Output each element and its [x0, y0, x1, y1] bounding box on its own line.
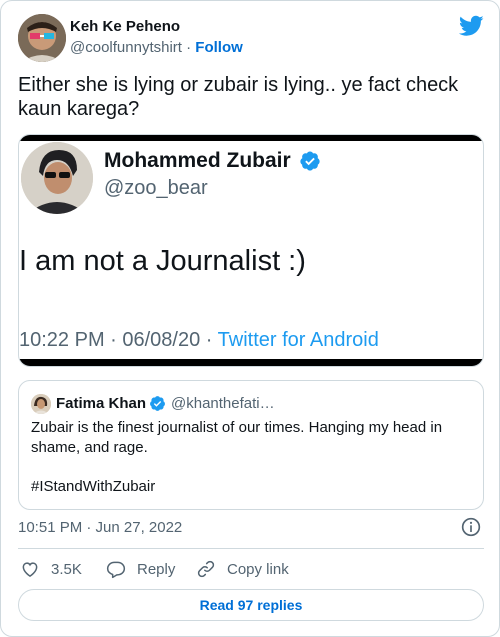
- quoted-avatar: [31, 394, 51, 414]
- follow-button[interactable]: Follow: [195, 39, 243, 56]
- media-bottom-bar: [19, 359, 483, 366]
- like-count: 3.5K: [51, 560, 82, 578]
- quoted-tweet-text: Zubair is the finest journalist of our t…: [31, 419, 443, 456]
- media-tweet-text: I am not a Journalist :): [19, 245, 306, 277]
- author-handle-line: @coolfunnytshirt · Follow: [70, 39, 243, 56]
- reply-button[interactable]: Reply: [106, 557, 175, 581]
- read-replies-button[interactable]: Read 97 replies: [18, 589, 484, 621]
- author-name[interactable]: Keh Ke Peheno: [70, 18, 180, 35]
- info-icon[interactable]: [461, 517, 481, 537]
- tweet-media-image[interactable]: Mohammed Zubair @zoo_bear I am not a Jou…: [18, 134, 484, 367]
- copy-link-button[interactable]: Copy link: [196, 557, 289, 581]
- copy-link-label: Copy link: [227, 560, 289, 578]
- media-meta-line: 10:22 PM · 06/08/20 · Twitter for Androi…: [19, 329, 379, 352]
- author-handle[interactable]: @coolfunnytshirt: [70, 39, 182, 56]
- media-time-date: 10:22 PM · 06/08/20 ·: [19, 329, 218, 351]
- like-button[interactable]: 3.5K: [20, 557, 82, 581]
- twitter-bird-icon[interactable]: [459, 15, 484, 37]
- divider: [18, 548, 484, 549]
- reply-bubble-icon: [106, 561, 126, 579]
- media-author-handle: @zoo_bear: [104, 177, 208, 199]
- separator-dot: ·: [186, 39, 192, 56]
- reply-label: Reply: [137, 560, 176, 578]
- tweet-text: Either she is lying or zubair is lying..…: [18, 74, 459, 120]
- media-top-bar: [19, 135, 483, 141]
- quoted-hashtag[interactable]: #IStandWithZubair: [31, 478, 155, 495]
- media-source: Twitter for Android: [217, 329, 379, 351]
- verified-badge-icon: [300, 151, 320, 171]
- heart-icon: [22, 562, 38, 577]
- quoted-tweet[interactable]: Fatima Khan @khanthefati… Zubair is the …: [18, 380, 484, 510]
- media-avatar: [21, 142, 93, 214]
- tweet-timestamp[interactable]: 10:51 PM · Jun 27, 2022: [18, 519, 182, 536]
- media-author-name: Mohammed Zubair: [104, 149, 291, 172]
- link-icon: [197, 560, 215, 578]
- quoted-author-name: Fatima Khan: [56, 395, 147, 412]
- author-avatar[interactable]: [18, 14, 66, 62]
- quoted-author-handle: @khanthefati…: [171, 395, 275, 412]
- verified-badge-icon: [150, 396, 165, 411]
- tweet-card: Keh Ke Peheno @coolfunnytshirt · Follow …: [0, 0, 500, 637]
